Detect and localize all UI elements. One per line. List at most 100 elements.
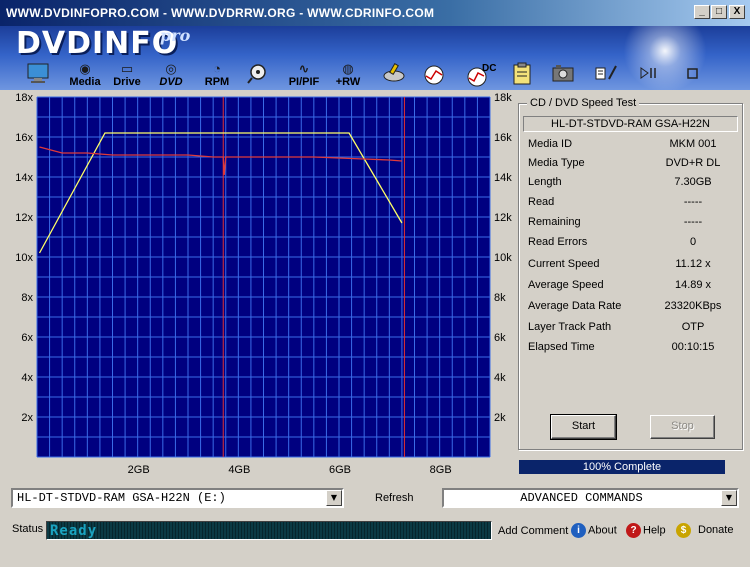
toolbar-drive[interactable]: ▭ Drive <box>110 62 144 90</box>
dollar-icon: $ <box>676 523 691 538</box>
minimize-button[interactable]: _ <box>694 5 710 19</box>
progress-bar: 100% Complete <box>519 460 725 474</box>
commands-select[interactable]: ADVANCED COMMANDS ▼ <box>442 488 739 508</box>
toolbar-pipif-label: PI/PIF <box>288 76 320 88</box>
y-tick-label-right: 16k <box>494 132 512 144</box>
toolbar-monitor[interactable] <box>24 62 52 90</box>
info-value: 00:10:15 <box>671 341 715 353</box>
y-tick-label-left: 14x <box>15 172 33 184</box>
about-label: About <box>588 524 617 537</box>
about-link[interactable]: i About <box>571 523 617 538</box>
y-tick-label-right: 8k <box>494 292 506 304</box>
info-value: 0 <box>689 236 697 248</box>
y-tick-label-right: 4k <box>494 372 506 384</box>
status-label: Status <box>12 523 44 535</box>
drive-select[interactable]: HL-DT-STDVD-RAM GSA-H22N (E:) ▼ <box>11 488 344 508</box>
y-tick-label-left: 16x <box>15 132 33 144</box>
x-tick-label: 2GB <box>128 464 150 476</box>
stop-icon <box>687 68 698 79</box>
toolbar-magnifier[interactable] <box>244 62 270 90</box>
group-title: CD / DVD Speed Test <box>527 97 640 109</box>
info-value: 14.89 x <box>674 279 712 291</box>
toolbar-media[interactable]: ◉ Media <box>68 62 102 90</box>
toolbar-dc[interactable]: DC <box>464 62 498 90</box>
camera-icon <box>552 65 574 82</box>
toolbar-stop[interactable] <box>680 62 704 90</box>
info-value: 23320KBps <box>664 300 722 312</box>
stop-button[interactable]: Stop <box>650 415 715 439</box>
status-display: Ready <box>46 521 492 540</box>
info-value: ----- <box>683 216 703 228</box>
toolbar-pipif[interactable]: ∿ PI/PIF <box>284 62 324 90</box>
chevron-down-icon[interactable]: ▼ <box>326 490 342 506</box>
toolbar-disc-analyze[interactable] <box>420 62 448 90</box>
speed-chart-svg: 18x 18k 16x 16k 14x 14k 12x 12k 10x 10k 8x 8k 6x 6k 4x… <box>15 92 512 476</box>
toolbar-media-label: Media <box>69 76 101 88</box>
info-key: Layer Track Path <box>528 321 612 333</box>
title-bar: WWW.DVDINFOPRO.COM - WWW.DVDRRW.ORG - WW… <box>0 0 750 26</box>
play-pause-icon <box>640 67 656 79</box>
drive-icon: ▭ <box>120 61 134 76</box>
info-value: MKM 001 <box>669 138 717 150</box>
speed-chart: 18x 18k 16x 16k 14x 14k 12x 12k 10x 10k 8x 8k 6x 6k 4x… <box>3 92 514 484</box>
info-key: Length <box>528 176 562 188</box>
toolbar-notes[interactable] <box>594 62 620 90</box>
info-key: Remaining <box>528 216 581 228</box>
window-title: WWW.DVDINFOPRO.COM - WWW.DVDRRW.ORG - WW… <box>6 6 435 20</box>
y-tick-label-right: 10k <box>494 252 512 264</box>
info-row: Average Data Rate 23320KBps <box>528 300 728 314</box>
add-comment-link[interactable]: Add Comment <box>498 525 568 537</box>
x-tick-label: 8GB <box>430 464 452 476</box>
info-row: Remaining ----- <box>528 216 728 230</box>
info-key: Current Speed <box>528 258 600 270</box>
donate-link[interactable]: $ Donate <box>676 523 733 538</box>
x-tick-label: 6GB <box>329 464 351 476</box>
info-value: ----- <box>683 196 703 208</box>
toolbar-camera[interactable] <box>550 62 576 90</box>
x-tick-label: 4GB <box>228 464 250 476</box>
info-key: Average Speed <box>528 279 604 291</box>
help-icon: ? <box>626 523 641 538</box>
toolbar-disc-write[interactable] <box>380 62 408 90</box>
y-tick-label-right: 12k <box>494 212 512 224</box>
notes-icon <box>595 65 617 80</box>
y-tick-label-left: 18x <box>15 92 33 104</box>
info-row: Layer Track Path OTP <box>528 321 728 335</box>
commands-select-value: ADVANCED COMMANDS <box>520 491 643 505</box>
y-tick-label-left: 10x <box>15 252 33 264</box>
toolbar-play-pause[interactable] <box>636 62 662 90</box>
info-value: 7.30GB <box>674 176 712 188</box>
toolbar-dvd[interactable]: ◎ DVD <box>156 62 186 90</box>
y-tick-label-left: 2x <box>21 412 33 424</box>
start-button[interactable]: Start <box>550 414 617 440</box>
dvd-icon: ◎ <box>165 61 177 76</box>
info-row: Media ID MKM 001 <box>528 138 728 152</box>
info-icon: i <box>571 523 586 538</box>
toolbar-dc-label: DC <box>482 63 496 74</box>
y-tick-label-left: 4x <box>21 372 33 384</box>
help-label: Help <box>643 524 666 537</box>
drive-select-value: HL-DT-STDVD-RAM GSA-H22N (E:) <box>17 491 226 505</box>
toolbar-rpm[interactable]: ◔ RPM <box>202 62 232 90</box>
toolbar-dvd-label: DVD <box>159 76 183 88</box>
info-value: OTP <box>681 321 705 333</box>
toolbar-clipboard[interactable] <box>510 62 534 90</box>
status-text: Ready <box>50 523 98 539</box>
rw-icon: ◍ <box>342 61 354 76</box>
info-key: Media ID <box>528 138 573 150</box>
refresh-link[interactable]: Refresh <box>375 492 414 504</box>
monitor-icon <box>27 63 49 83</box>
info-row: Elapsed Time 00:10:15 <box>528 341 728 355</box>
info-value: 11.12 x <box>675 258 711 270</box>
close-button[interactable]: X <box>729 5 745 19</box>
y-tick-label-right: 6k <box>494 332 506 344</box>
y-tick-label-right: 14k <box>494 172 512 184</box>
clipboard-icon <box>513 62 531 85</box>
toolbar-rpm-label: RPM <box>204 76 230 88</box>
maximize-button[interactable]: □ <box>711 5 727 19</box>
toolbar-rw-label: +RW <box>335 76 361 88</box>
help-link[interactable]: ? Help <box>626 523 666 538</box>
info-row: Read Errors 0 <box>528 236 728 250</box>
toolbar-rw[interactable]: ◍ +RW <box>332 62 364 90</box>
chevron-down-icon[interactable]: ▼ <box>721 490 737 506</box>
